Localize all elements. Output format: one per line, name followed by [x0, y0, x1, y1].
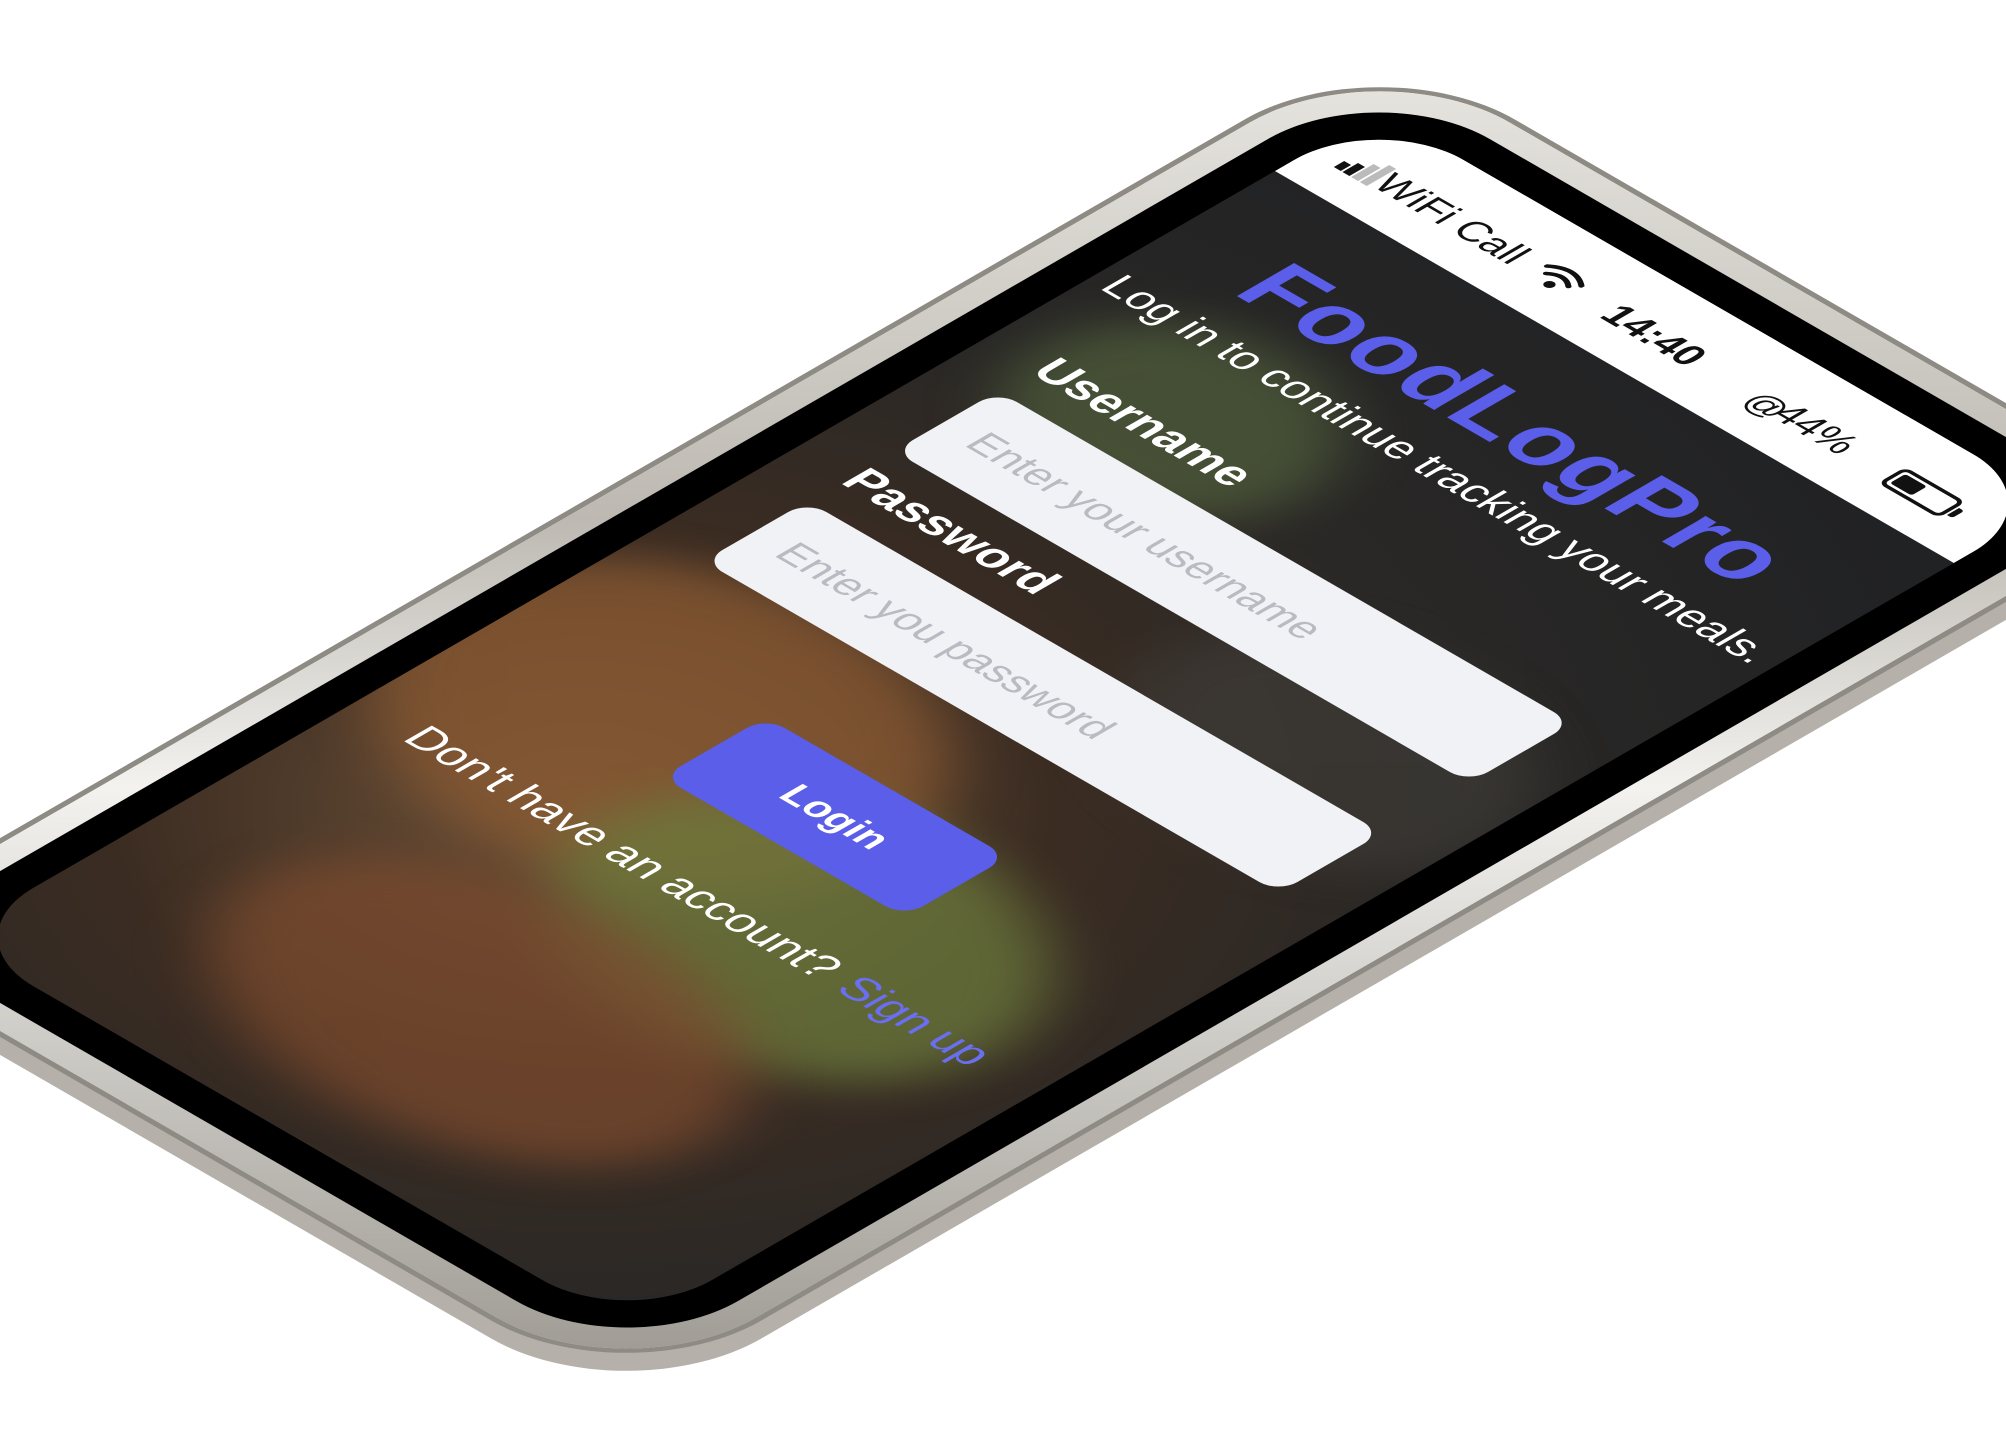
wifi-icon — [1542, 264, 1585, 289]
battery-level-fill — [1889, 474, 1928, 496]
status-time: 14:40 — [1590, 299, 1717, 373]
device-mockup-stage: WiFi Call 14:40 @ 44% FoodLogPro Log in … — [0, 0, 2006, 1440]
